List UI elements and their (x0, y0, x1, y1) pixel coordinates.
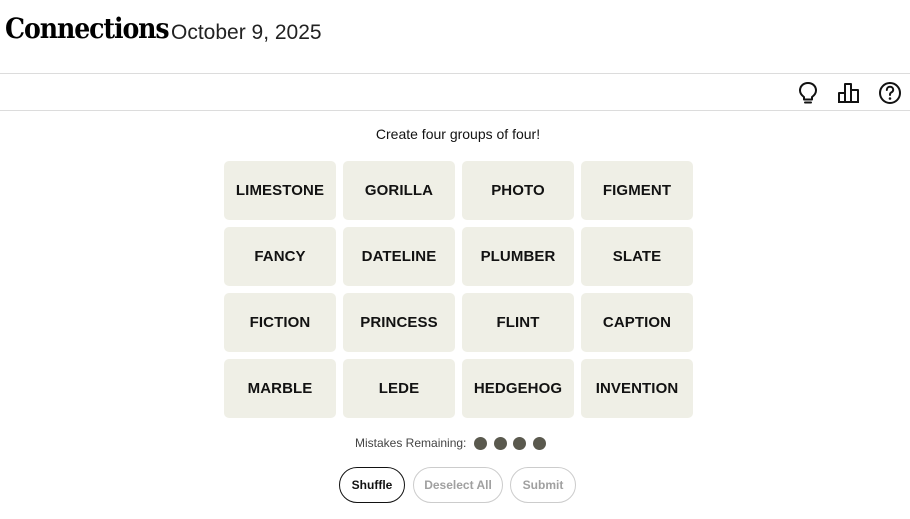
shuffle-button[interactable]: Shuffle (339, 467, 405, 503)
toolbar (0, 74, 910, 111)
word-tile[interactable]: PHOTO (462, 161, 574, 220)
word-tile[interactable]: GORILLA (343, 161, 455, 220)
mistake-dot (474, 436, 488, 450)
word-tile[interactable]: MARBLE (224, 359, 336, 418)
mistake-dot (513, 436, 527, 450)
word-tile[interactable]: DATELINE (343, 227, 455, 286)
word-tile[interactable]: FIGMENT (581, 161, 693, 220)
leaderboard-icon[interactable] (836, 80, 862, 106)
word-tile[interactable]: LIMESTONE (224, 161, 336, 220)
word-tile[interactable]: PLUMBER (462, 227, 574, 286)
word-tile[interactable]: FANCY (224, 227, 336, 286)
mistake-dots (474, 436, 552, 450)
submit-button[interactable]: Submit (510, 467, 576, 503)
deselect-all-button[interactable]: Deselect All (413, 467, 503, 503)
puzzle-date: October 9, 2025 (171, 21, 322, 44)
page-title: Connections (5, 12, 170, 45)
instructions: Create four groups of four! (375, 126, 541, 142)
mistakes-label: Mistakes Remaining: (355, 436, 467, 450)
mistake-dot (493, 436, 507, 450)
header: Connections October 9, 2025 (0, 0, 910, 74)
word-tile[interactable]: LEDE (343, 359, 455, 418)
mistakes-remaining: Mistakes Remaining: (355, 434, 552, 452)
mistake-dot (532, 436, 546, 450)
word-tile[interactable]: CAPTION (581, 293, 693, 352)
word-tile[interactable]: INVENTION (581, 359, 693, 418)
word-tile[interactable]: HEDGEHOG (462, 359, 574, 418)
tile-grid: LIMESTONE GORILLA PHOTO FIGMENT FANCY DA… (224, 161, 693, 419)
word-tile[interactable]: PRINCESS (343, 293, 455, 352)
word-tile[interactable]: FLINT (462, 293, 574, 352)
lightbulb-icon[interactable] (795, 80, 821, 106)
help-icon[interactable] (877, 80, 903, 106)
word-tile[interactable]: SLATE (581, 227, 693, 286)
word-tile[interactable]: FICTION (224, 293, 336, 352)
